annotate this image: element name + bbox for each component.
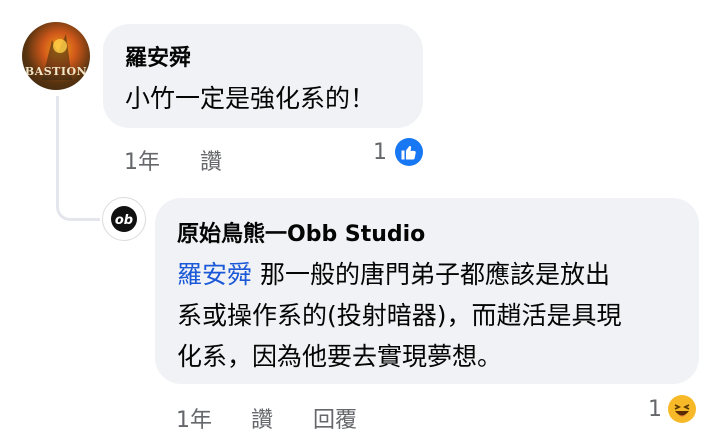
comment-text-line: 羅安舜 那一般的唐門弟子都應該是放出 [177, 254, 610, 295]
thread-connector-branch [56, 207, 100, 221]
reaction-count[interactable]: 1 [648, 397, 662, 422]
comment-text: 系或操作系的(投射暗器)，而趙活是具現 [177, 301, 622, 330]
comment-bubble: 羅安舜 小竹一定是強化系的！ [103, 24, 423, 128]
reply-button[interactable]: 回覆 [313, 402, 357, 434]
comment-author[interactable]: 羅安舜 [125, 40, 191, 72]
like-button[interactable]: 讚 [251, 402, 273, 434]
comment-author[interactable]: 原始鳥熊一Obb Studio [177, 216, 425, 248]
avatar[interactable]: BASTION [22, 22, 90, 90]
svg-text:ob: ob [115, 213, 133, 228]
thread-connector [56, 96, 59, 208]
comment-text: 小竹一定是強化系的！ [125, 84, 376, 113]
avatar[interactable]: ob [102, 197, 146, 241]
like-icon[interactable] [395, 138, 423, 166]
mention-link[interactable]: 羅安舜 [177, 260, 252, 289]
obb-logo-icon: ob [111, 206, 137, 232]
avatar-art-icon [42, 34, 72, 80]
like-button[interactable]: 讚 [200, 144, 222, 176]
comment-text: 那一般的唐門弟子都應該是放出 [252, 260, 610, 289]
comment-timestamp[interactable]: 1年 [124, 144, 160, 176]
avatar-brand-text: BASTION [24, 65, 88, 78]
comment-timestamp[interactable]: 1年 [176, 402, 212, 434]
comment-text: 化系，因為他要去實現夢想。 [177, 342, 503, 371]
comment-bubble: 原始鳥熊一Obb Studio 羅安舜 那一般的唐門弟子都應該是放出 系或操作系… [155, 198, 699, 384]
haha-icon[interactable] [668, 395, 696, 423]
reaction-count[interactable]: 1 [373, 140, 387, 165]
